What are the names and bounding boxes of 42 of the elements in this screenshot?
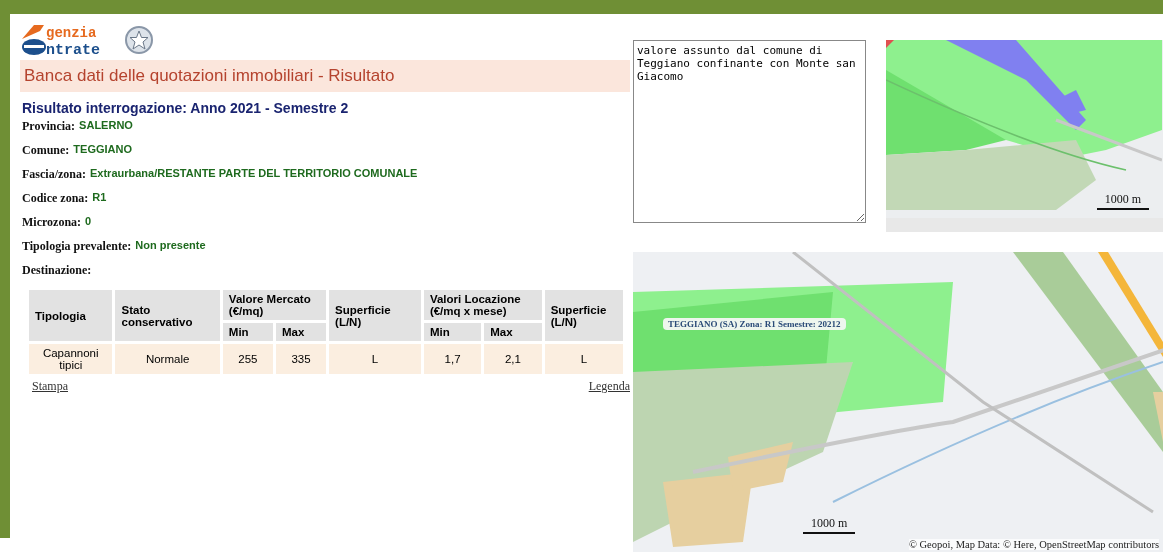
table-cell: 335: [275, 344, 327, 374]
column-header: Valore Mercato (€/mq): [222, 290, 327, 320]
print-link[interactable]: Stampa: [32, 379, 68, 394]
column-header: Min: [423, 323, 482, 341]
field-value: Extraurbana/RESTANTE PARTE DEL TERRITORIO COMUNALE: [90, 167, 418, 181]
star-emblem-icon: [124, 25, 154, 55]
column-header: Superficie (L/N): [329, 290, 421, 341]
logo: genzia ntrate: [20, 23, 120, 57]
field-value: R1: [92, 191, 107, 205]
field-label: Codice zona:: [22, 191, 89, 206]
column-header: Stato conservativo: [115, 290, 220, 341]
column-header: Max: [275, 323, 327, 341]
table-cell: Normale: [115, 344, 220, 374]
field-value: TEGGIANO: [73, 143, 132, 157]
field-label: Provincia:: [22, 119, 76, 134]
table-cell: L: [329, 344, 421, 374]
legend-link[interactable]: Legenda: [588, 379, 630, 394]
scale-bar: 1000 m: [803, 516, 856, 534]
column-header: Tipologia: [29, 290, 113, 341]
map-attribution: © Geopoi, Map Data: © Here, OpenStreetMap contributors: [908, 539, 1159, 550]
field-label: Tipologia prevalente:: [22, 239, 132, 254]
field-value: SALERNO: [79, 119, 133, 133]
table-cell: Capannoni tipici: [29, 344, 113, 374]
table-cell: 2,1: [484, 344, 542, 374]
column-header: Superficie (L/N): [544, 290, 623, 341]
table-cell: L: [544, 344, 623, 374]
column-header: Min: [222, 323, 273, 341]
result-heading: Risultato interrogazione: Anno 2021 - Semestre 2: [22, 100, 350, 116]
note-field[interactable]: valore assunto dal comune di Teggiano confinante con Monte san Giacomo: [633, 40, 866, 223]
page-title: Banca dati delle quotazioni immobiliari - Risultato: [20, 60, 630, 92]
field-label: Comune:: [22, 143, 70, 158]
field-label: Fascia/zona:: [22, 167, 86, 182]
table-cell: 255: [222, 344, 273, 374]
table-cell: 1,7: [423, 344, 482, 374]
field-label: Microzona:: [22, 215, 82, 230]
column-header: Max: [484, 323, 542, 341]
field-value: 0: [85, 215, 92, 229]
column-header: Valori Locazione (€/mq x mese): [423, 290, 542, 320]
zone-label: TEGGIANO (SA) Zona: R1 Semestre: 20212: [663, 318, 846, 330]
field-label: Destinazione:: [22, 263, 92, 278]
field-value: Non presente: [135, 239, 206, 253]
scale-bar: 1000 m: [1096, 192, 1149, 210]
